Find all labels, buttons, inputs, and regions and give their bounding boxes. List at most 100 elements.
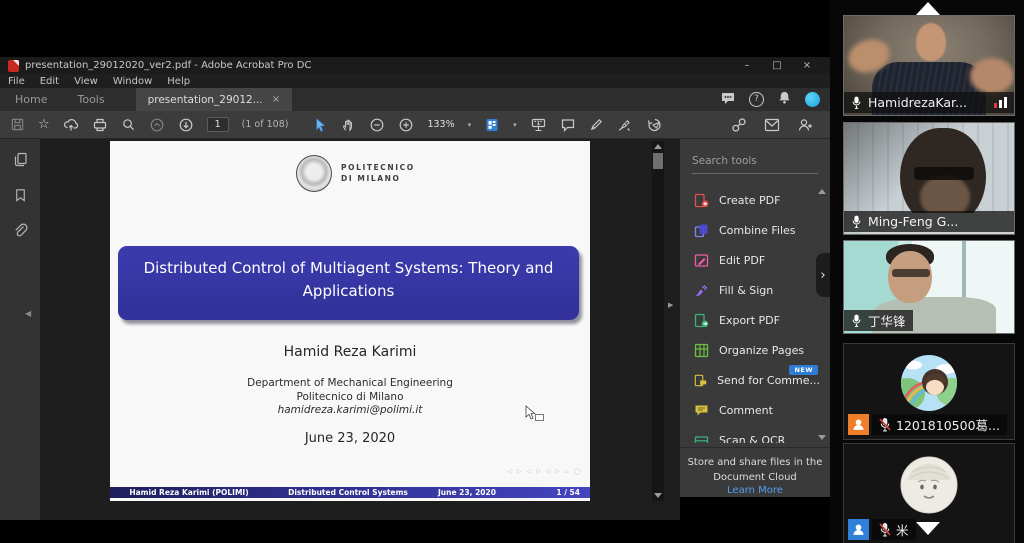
minimize-button[interactable]: –: [732, 57, 762, 74]
footer-page-number: 1 / 54: [556, 487, 580, 498]
tool-comment[interactable]: Comment: [680, 395, 820, 425]
tool-combine-files[interactable]: Combine Files: [680, 215, 820, 245]
next-page-icon[interactable]: [178, 117, 194, 133]
document-scrollbar[interactable]: [652, 141, 664, 501]
participant-tile-1[interactable]: HamidrezaKar...: [843, 15, 1015, 116]
export-pdf-icon: [694, 313, 709, 328]
participant-name-strip: 1201810500葛...: [872, 414, 1007, 435]
hand-tool-icon[interactable]: [341, 117, 356, 133]
tool-label: Comment: [719, 404, 773, 417]
tool-organize-pages[interactable]: Organize Pages: [680, 335, 820, 365]
photo-shape: [916, 23, 946, 61]
zoom-dropdown-caret-icon[interactable]: ▾: [468, 121, 472, 129]
new-badge: NEW: [789, 365, 818, 375]
expand-panel-arrow-icon[interactable]: ▶: [668, 301, 673, 309]
tab-document[interactable]: presentation_29012... ×: [136, 88, 293, 111]
tab-bar: Home Tools presentation_29012... × ?: [0, 88, 830, 111]
zoom-level-value[interactable]: 133%: [427, 119, 454, 130]
participant-tile-2[interactable]: Ming-Feng G...: [843, 122, 1015, 235]
window-title: presentation_29012020_ver2.pdf - Adobe A…: [25, 60, 311, 71]
print-icon[interactable]: [92, 117, 108, 133]
bookmarks-icon[interactable]: [13, 187, 28, 207]
tool-fill-sign[interactable]: Fill & Sign: [680, 275, 820, 305]
sign-pen-icon[interactable]: [617, 117, 633, 132]
menu-window[interactable]: Window: [113, 76, 152, 87]
document-area: POLITECNICO DI MILANO Distributed Contro…: [40, 139, 680, 520]
tool-create-pdf[interactable]: Create PDF: [680, 185, 820, 215]
previous-page-icon[interactable]: [149, 117, 165, 133]
footer-author: Hamid Reza Karimi (POLIMI): [110, 487, 268, 498]
zoom-in-icon[interactable]: [398, 117, 414, 133]
presentation-screen-icon[interactable]: [530, 117, 547, 133]
tab-close-icon[interactable]: ×: [272, 94, 280, 105]
highlight-pen-icon[interactable]: [589, 117, 604, 132]
menu-file[interactable]: File: [8, 76, 25, 87]
close-button[interactable]: ×: [792, 57, 822, 74]
share-cloud-icon[interactable]: [63, 117, 79, 133]
participant-tile-3[interactable]: 丁华锋: [843, 240, 1015, 334]
comment-bubble-icon[interactable]: [560, 117, 576, 133]
tab-home[interactable]: Home: [0, 88, 62, 111]
learn-more-link[interactable]: Learn More: [680, 485, 830, 496]
feedback-bubble-icon[interactable]: [720, 90, 736, 110]
muted-microphone-icon: [879, 522, 891, 537]
share-link-icon[interactable]: [731, 117, 747, 133]
tool-send-for-comments[interactable]: NEW Send for Comme...: [680, 365, 820, 395]
participant-name-strip: 丁华锋: [844, 310, 913, 331]
account-avatar[interactable]: [805, 92, 820, 107]
help-icon[interactable]: ?: [749, 92, 764, 107]
participant-label-row: 1201810500葛...: [848, 414, 1007, 435]
notifications-bell-icon[interactable]: [777, 90, 792, 109]
tab-tools[interactable]: Tools: [62, 88, 119, 111]
tool-scan-ocr[interactable]: Scan & OCR: [680, 425, 820, 443]
affiliation-line1: Department of Mechanical Engineering: [110, 377, 590, 391]
participant-avatar: [900, 354, 958, 416]
collapse-tools-panel-chevron[interactable]: ›: [816, 253, 830, 297]
tool-label: Edit PDF: [719, 254, 765, 267]
slide-affiliation: Department of Mechanical Engineering Pol…: [110, 377, 590, 418]
tool-label: Combine Files: [719, 224, 796, 237]
tools-list: Create PDF Combine Files Edit PDF Fill &…: [680, 185, 820, 443]
tool-edit-pdf[interactable]: Edit PDF: [680, 245, 820, 275]
menu-help[interactable]: Help: [167, 76, 190, 87]
scroll-up-arrow-icon[interactable]: [654, 144, 662, 149]
beamer-navigation-symbols: ◁ ▷ ◁ ▷ ◁ ▷ ▫ ◯: [508, 468, 582, 475]
collapse-left-pane-icon[interactable]: ◀: [25, 309, 31, 318]
page-view-icon[interactable]: [484, 117, 500, 133]
menu-view[interactable]: View: [74, 76, 98, 87]
attendee-badge-icon: [848, 519, 869, 540]
maximize-button[interactable]: □: [762, 57, 792, 74]
promo-line1: Store and share files in the: [680, 456, 830, 471]
participants-scroll-up-icon[interactable]: [915, 2, 941, 16]
menu-edit[interactable]: Edit: [40, 76, 59, 87]
participant-name: 丁华锋: [868, 311, 906, 330]
participant-tile-4[interactable]: 1201810500葛...: [843, 343, 1015, 440]
panel-scroll-up-icon[interactable]: [818, 189, 826, 194]
page-number-input[interactable]: 1: [207, 117, 229, 132]
invite-person-icon[interactable]: [797, 117, 814, 133]
zoom-out-icon[interactable]: [369, 117, 385, 133]
slide-title-line1: Distributed Control of Multiagent System…: [118, 257, 579, 280]
send-track-icon[interactable]: [646, 117, 662, 133]
save-icon[interactable]: [10, 117, 25, 132]
email-icon[interactable]: [764, 118, 780, 132]
tab-document-label: presentation_29012...: [148, 94, 263, 106]
panel-scroll-down-icon[interactable]: [818, 435, 826, 440]
screen: presentation_29012020_ver2.pdf - Adobe A…: [0, 0, 1024, 543]
participants-scroll-down-icon[interactable]: [916, 522, 940, 535]
tool-export-pdf[interactable]: Export PDF: [680, 305, 820, 335]
left-navigation-rail: [0, 139, 40, 520]
scroll-down-arrow-icon[interactable]: [654, 493, 662, 498]
slide-title-line2: Applications: [118, 280, 579, 303]
participant-avatar: [900, 456, 958, 518]
attendee-badge-icon: [848, 414, 869, 435]
scrollbar-thumb[interactable]: [653, 153, 663, 169]
find-icon[interactable]: [121, 117, 136, 132]
attachments-paperclip-icon[interactable]: [12, 222, 28, 242]
acrobat-window: presentation_29012020_ver2.pdf - Adobe A…: [0, 57, 830, 520]
page-view-caret-icon[interactable]: ▾: [513, 121, 517, 129]
search-tools-input[interactable]: Search tools: [692, 155, 818, 174]
favorite-star-icon[interactable]: ☆: [38, 117, 50, 132]
page-thumbnails-icon[interactable]: [12, 151, 29, 172]
select-tool-icon[interactable]: [313, 117, 328, 133]
